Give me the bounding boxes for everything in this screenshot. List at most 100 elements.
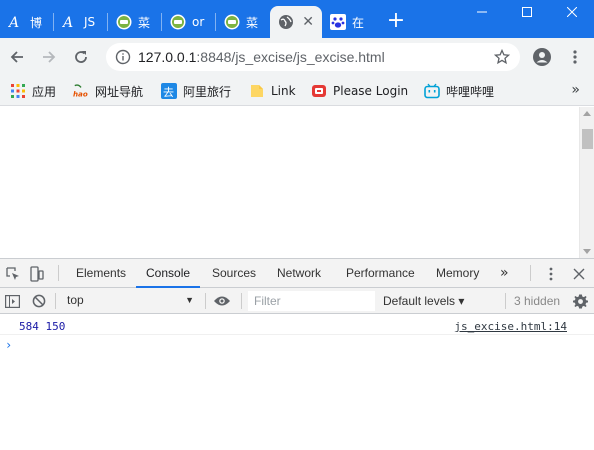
login-icon (311, 83, 327, 99)
bookmarks-bar: 应用 hao 网址导航 去 阿里旅行 Link Please Login 哔哩哔… (0, 76, 594, 106)
show-sidebar-icon[interactable] (3, 292, 21, 310)
close-window-button[interactable] (549, 0, 594, 24)
browser-toolbar: 127.0.0.1:8848/js_excise/js_excise.html (0, 38, 594, 76)
bilibili-icon (424, 83, 440, 99)
bookmark-folder[interactable]: Link (249, 82, 296, 100)
devtools-more-tabs-button[interactable]: » (500, 259, 509, 287)
browser-tab[interactable]: A JS (54, 6, 108, 38)
devtools-tab-memory[interactable]: Memory (436, 259, 479, 287)
tab-title: 在 (352, 15, 365, 30)
log-levels-dropdown[interactable]: Default levels ▾ (383, 288, 464, 314)
bookmark-label: Link (271, 84, 296, 98)
page-viewport (0, 107, 594, 258)
console-prompt-chevron-icon[interactable]: › (5, 338, 12, 352)
close-tab-icon[interactable]: ✕ (302, 14, 314, 30)
execution-context-select[interactable]: top ▼ (60, 290, 200, 311)
tab-title: JS (84, 15, 96, 29)
bookmark-item[interactable]: 应用 (10, 82, 56, 100)
console-log-source-link[interactable]: js_excise.html:14 (454, 320, 567, 333)
bookmark-item[interactable]: 去 阿里旅行 (161, 82, 231, 100)
runoob-icon (116, 14, 132, 30)
browser-tab[interactable]: 在 (322, 6, 376, 38)
url-path: :8848/js_excise/js_excise.html (196, 49, 385, 65)
hidden-messages-count: 3 hidden (514, 294, 561, 308)
bookmark-item[interactable]: Please Login (311, 82, 408, 100)
minimize-button[interactable] (459, 0, 504, 24)
svg-text:A: A (8, 15, 19, 30)
browser-tab[interactable]: A 博 (0, 6, 54, 38)
info-icon[interactable] (115, 49, 131, 68)
tab-title: 菜 (246, 15, 259, 30)
console-settings-gear-icon[interactable] (571, 292, 589, 310)
console-output: 584 150 js_excise.html:14 › (0, 315, 594, 450)
address-bar[interactable]: 127.0.0.1:8848/js_excise/js_excise.html (106, 43, 520, 71)
console-filter-input[interactable] (248, 291, 375, 311)
tab-title: 菜 (138, 15, 151, 30)
runoob-icon (224, 14, 240, 30)
context-value: top (67, 293, 84, 307)
browser-tab-active[interactable]: ✕ (270, 6, 322, 38)
url-text: 127.0.0.1:8848/js_excise/js_excise.html (138, 49, 385, 65)
browser-tab[interactable]: 菜 (108, 6, 162, 38)
devtools-tab-sources[interactable]: Sources (212, 259, 256, 287)
globe-icon (278, 14, 294, 30)
reload-icon (75, 51, 87, 63)
devtools-tab-performance[interactable]: Performance (346, 259, 415, 287)
browser-tab[interactable]: 菜 (216, 6, 270, 38)
bookmark-label: 哔哩哔哩 (446, 84, 495, 99)
bookmark-item[interactable]: hao 网址导航 (73, 82, 143, 100)
alitrip-icon: 去 (161, 83, 177, 99)
devtools-close-icon[interactable] (570, 265, 588, 283)
reload-button[interactable] (69, 45, 93, 69)
devtools-menu-icon[interactable] (542, 265, 560, 283)
page-scrollbar[interactable] (579, 107, 594, 258)
bookmark-label: Please Login (333, 84, 409, 98)
bookmark-label: 应用 (32, 84, 57, 99)
svg-text:去: 去 (163, 86, 174, 99)
scrollbar-thumb[interactable] (582, 129, 593, 149)
svg-text:hao: hao (73, 89, 88, 98)
bookmark-label: 阿里旅行 (183, 84, 232, 99)
forward-arrow-icon (43, 51, 56, 63)
live-expression-eye-icon[interactable] (213, 292, 231, 310)
url-host: 127.0.0.1 (138, 49, 197, 65)
inspect-element-icon[interactable] (4, 265, 22, 283)
bookmarks-overflow-button[interactable]: » (571, 82, 580, 98)
runoob-icon (170, 14, 186, 30)
new-tab-button[interactable]: + (384, 10, 408, 34)
apps-grid-icon (10, 83, 26, 99)
console-toolbar: top ▼ Default levels ▾ 3 hidden (0, 288, 594, 314)
bookmark-item[interactable]: 哔哩哔哩 (424, 82, 494, 100)
devtools-tab-elements[interactable]: Elements (76, 259, 126, 287)
account-avatar-icon (533, 48, 551, 66)
devtools-panel: Elements Console Sources Network Perform… (0, 258, 594, 450)
tab-strip: A 博 A JS 菜 or 菜 ✕ 在 + (0, 0, 594, 38)
menu-button[interactable] (563, 45, 587, 69)
devtools-tab-console[interactable]: Console (135, 259, 201, 288)
scroll-up-arrow-icon[interactable] (583, 111, 591, 116)
maximize-button[interactable] (504, 0, 549, 24)
scroll-down-arrow-icon[interactable] (583, 249, 591, 254)
clear-console-icon[interactable] (30, 292, 48, 310)
browser-tab[interactable]: or (162, 6, 216, 38)
profile-button[interactable] (530, 45, 554, 69)
forward-button[interactable] (37, 45, 61, 69)
script-a-icon: A (62, 14, 78, 30)
hao-icon: hao (73, 83, 89, 99)
bookmark-star-icon[interactable] (493, 48, 511, 68)
baidu-paw-icon (330, 14, 346, 30)
console-log-row: 584 150 js_excise.html:14 (0, 317, 594, 335)
tab-title: 博 (30, 15, 43, 30)
devtools-tab-network[interactable]: Network (277, 259, 321, 287)
kebab-menu-icon (573, 50, 577, 64)
folder-icon (249, 83, 265, 99)
script-a-icon: A (8, 14, 24, 30)
svg-text:A: A (62, 15, 73, 30)
bookmark-label: 网址导航 (95, 84, 144, 99)
console-log-message: 584 150 (19, 320, 66, 333)
devtools-tabbar: Elements Console Sources Network Perform… (0, 259, 594, 288)
tab-title: or (192, 15, 205, 29)
device-toolbar-icon[interactable] (28, 265, 46, 283)
back-arrow-icon (10, 51, 23, 63)
back-button[interactable] (5, 45, 29, 69)
